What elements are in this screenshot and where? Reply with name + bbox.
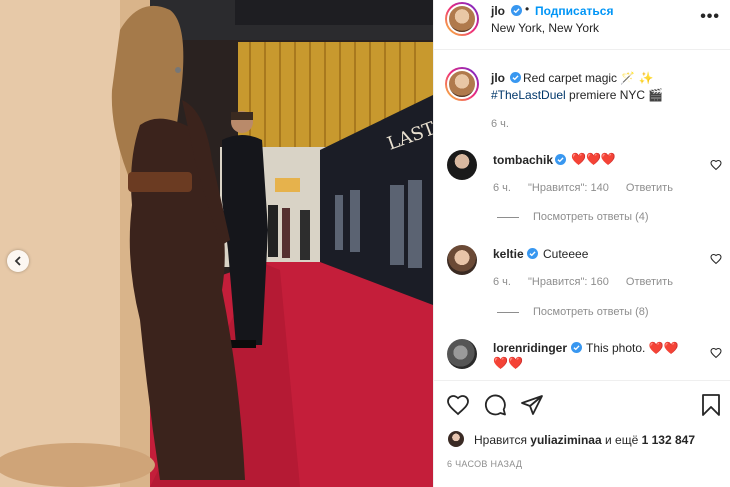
- commenter-avatar[interactable]: [447, 150, 477, 180]
- separator-dot: •: [525, 2, 530, 16]
- heart-icon[interactable]: [710, 159, 722, 171]
- red-carpet-photo: LAST: [0, 0, 433, 487]
- author-username[interactable]: jlo: [491, 4, 505, 18]
- heart-icon[interactable]: [446, 393, 470, 417]
- reply-button[interactable]: Ответить: [626, 182, 673, 194]
- previous-photo-button[interactable]: [7, 250, 29, 272]
- follow-button[interactable]: Подписаться: [535, 4, 613, 18]
- comment-time: 6 ч.: [493, 182, 511, 194]
- heart-icon[interactable]: [710, 253, 722, 265]
- comment-likes[interactable]: "Нравится": 140: [528, 182, 609, 194]
- post-timestamp: 6 ЧАСОВ НАЗАД: [447, 459, 523, 469]
- location-link[interactable]: New York, New York: [491, 21, 599, 35]
- liker-avatar[interactable]: [448, 431, 464, 447]
- reply-button[interactable]: Ответить: [626, 276, 673, 288]
- bookmark-icon[interactable]: [699, 393, 723, 417]
- view-replies-label: Посмотреть ответы (8): [533, 306, 649, 318]
- verified-badge-icon: [571, 342, 582, 353]
- comment-likes[interactable]: "Нравится": 160: [528, 276, 609, 288]
- caption-username[interactable]: jlo: [491, 71, 505, 85]
- comment-text: ❤️❤️❤️: [571, 152, 616, 166]
- view-replies-button[interactable]: Посмотреть ответы (8): [497, 306, 649, 318]
- verified-badge-icon: [510, 72, 521, 83]
- verified-badge-icon: [527, 248, 538, 259]
- comment-icon[interactable]: [483, 393, 507, 417]
- comment-text: Cuteeee: [543, 247, 589, 261]
- likes-prefix: Нравится: [474, 433, 531, 447]
- post-sidebar: jlo • Подписаться New York, New York •••…: [433, 0, 730, 487]
- comment-meta: 6 ч. "Нравится": 160 Ответить: [493, 276, 687, 288]
- comment-text: This photo. ❤️❤️: [586, 341, 679, 355]
- likes-count[interactable]: 1 132 847: [642, 433, 695, 447]
- comment-text-line-2: ❤️❤️: [493, 356, 523, 370]
- share-icon[interactable]: [520, 393, 544, 417]
- chevron-left-icon: [14, 256, 21, 266]
- likes-middle: и ещё: [601, 433, 642, 447]
- likes-summary: Нравится yuliaziminaa и ещё 1 132 847: [474, 433, 695, 447]
- view-replies-button[interactable]: Посмотреть ответы (4): [497, 211, 649, 223]
- post-photo[interactable]: LAST: [0, 0, 433, 487]
- commenter-avatar[interactable]: [447, 339, 477, 369]
- caption-time: 6 ч.: [491, 118, 509, 130]
- liker-username[interactable]: yuliaziminaa: [530, 433, 601, 447]
- comment-time: 6 ч.: [493, 276, 511, 288]
- commenter-avatar[interactable]: [447, 245, 477, 275]
- caption-text: Red carpet magic 🪄 ✨: [523, 71, 654, 85]
- verified-badge-icon: [555, 154, 566, 165]
- hashtag-link[interactable]: #TheLastDuel: [491, 88, 566, 102]
- caption-avatar[interactable]: [445, 67, 479, 101]
- view-replies-label: Посмотреть ответы (4): [533, 211, 649, 223]
- author-avatar[interactable]: [445, 2, 479, 36]
- caption-line-2: #TheLastDuel premiere NYC 🎬: [491, 88, 663, 102]
- more-options-icon[interactable]: •••: [700, 8, 720, 26]
- comment-username[interactable]: tombachik: [493, 153, 553, 167]
- post-header: jlo • Подписаться New York, New York •••: [434, 0, 730, 50]
- comment-meta: 6 ч. "Нравится": 140 Ответить: [493, 182, 687, 194]
- comment-username[interactable]: keltie: [493, 247, 524, 261]
- verified-badge-icon: [511, 5, 522, 16]
- comment-username[interactable]: lorenridinger: [493, 341, 567, 355]
- caption-tail: premiere NYC 🎬: [565, 88, 664, 102]
- heart-icon[interactable]: [710, 347, 722, 359]
